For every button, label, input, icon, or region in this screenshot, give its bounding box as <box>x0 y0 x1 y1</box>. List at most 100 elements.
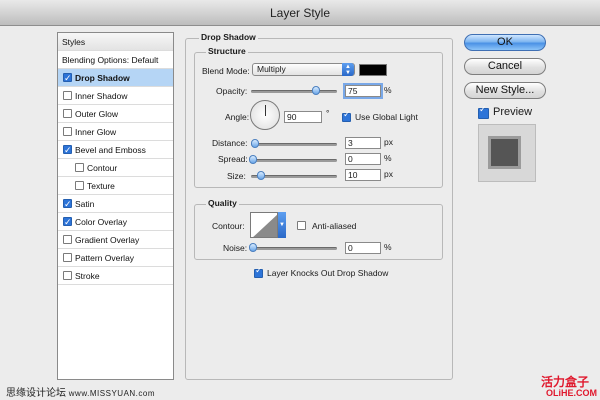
distance-slider[interactable] <box>251 143 337 146</box>
chevron-updown-icon: ▲ ▼ <box>342 63 354 76</box>
style-item-drop-shadow[interactable]: Drop Shadow <box>58 69 173 88</box>
noise-field[interactable]: 0 <box>345 242 381 254</box>
style-item-inner-glow[interactable]: Inner Glow <box>58 123 173 141</box>
contour-label: Contour: <box>212 221 245 231</box>
cancel-button[interactable]: Cancel <box>464 58 546 75</box>
shadow-color-swatch[interactable] <box>359 64 387 76</box>
angle-field[interactable]: 90 <box>284 111 322 123</box>
style-item-satin[interactable]: Satin <box>58 195 173 214</box>
size-unit: px <box>384 169 393 179</box>
layer-style-dialog: Layer Style Styles Blending Options: Def… <box>0 0 600 400</box>
style-item-label: Outer Glow <box>75 109 118 119</box>
watermark-left-text: 思缘设计论坛 <box>6 388 66 399</box>
contour-checkbox[interactable] <box>75 163 84 172</box>
style-item-label: Blending Options: Default <box>62 55 159 65</box>
anti-aliased-label: Anti-aliased <box>312 221 357 231</box>
title-bar: Layer Style <box>0 0 600 26</box>
layer-knocks-out-label: Layer Knocks Out Drop Shadow <box>267 268 389 278</box>
spread-field[interactable]: 0 <box>345 153 381 165</box>
layer-knocks-out-checkbox[interactable] <box>254 266 263 278</box>
style-item-label: Gradient Overlay <box>75 235 140 245</box>
watermark-right-bottom: OLiHE.COM <box>546 388 597 398</box>
bevel-emboss-checkbox[interactable] <box>63 142 72 160</box>
style-item-texture[interactable]: Texture <box>58 177 173 195</box>
satin-checkbox[interactable] <box>63 196 72 214</box>
opacity-slider-thumb[interactable] <box>311 86 320 95</box>
style-item-outer-glow[interactable]: Outer Glow <box>58 105 173 123</box>
opacity-label: Opacity: <box>216 86 248 96</box>
drop-shadow-checkbox[interactable] <box>63 70 72 88</box>
watermark-left: 思缘设计论坛 www.MISSYUAN.com <box>6 384 155 399</box>
style-item-contour[interactable]: Contour <box>58 159 173 177</box>
noise-slider[interactable] <box>251 247 337 250</box>
styles-list-header[interactable]: Styles <box>58 33 173 51</box>
contour-picker[interactable] <box>250 212 278 238</box>
distance-unit: px <box>384 137 393 147</box>
use-global-light-label: Use Global Light <box>355 112 418 122</box>
watermark-left-url: www.MISSYUAN.com <box>68 389 156 398</box>
noise-unit: % <box>384 242 392 252</box>
noise-slider-thumb[interactable] <box>249 243 257 252</box>
style-item-label: Inner Shadow <box>75 91 128 101</box>
linear-contour-icon <box>253 214 277 237</box>
size-field[interactable]: 10 <box>345 169 381 181</box>
angle-label: Angle: <box>225 112 250 122</box>
preview-checkbox[interactable] <box>478 105 489 119</box>
preview-swatch <box>491 139 518 166</box>
noise-label: Noise: <box>223 243 248 253</box>
spread-unit: % <box>384 153 392 163</box>
spread-label: Spread: <box>218 154 248 164</box>
structure-title: Structure <box>206 46 248 56</box>
style-item-label: Satin <box>75 199 95 209</box>
angle-dial-needle <box>265 105 266 116</box>
inner-glow-checkbox[interactable] <box>63 127 72 136</box>
angle-dial[interactable] <box>250 100 280 130</box>
use-global-light-checkbox[interactable] <box>342 110 351 122</box>
distance-slider-thumb[interactable] <box>251 139 259 148</box>
style-item-pattern-overlay[interactable]: Pattern Overlay <box>58 249 173 267</box>
blend-mode-select[interactable]: Multiply ▲ ▼ <box>252 63 355 76</box>
angle-unit: ° <box>326 108 330 118</box>
spread-slider[interactable] <box>251 159 337 162</box>
quality-title: Quality <box>206 198 239 208</box>
inner-shadow-checkbox[interactable] <box>63 91 72 100</box>
style-item-bevel-and-emboss[interactable]: Bevel and Emboss <box>58 141 173 160</box>
opacity-unit: % <box>384 85 392 95</box>
pattern-overlay-checkbox[interactable] <box>63 253 72 262</box>
style-item-label: Drop Shadow <box>75 73 130 83</box>
ok-button[interactable]: OK <box>464 34 546 51</box>
anti-aliased-checkbox[interactable] <box>297 221 306 230</box>
gradient-overlay-checkbox[interactable] <box>63 235 72 244</box>
style-item-gradient-overlay[interactable]: Gradient Overlay <box>58 231 173 249</box>
color-overlay-checkbox[interactable] <box>63 214 72 232</box>
style-item-blending-options[interactable]: Blending Options: Default <box>58 51 173 69</box>
style-item-label: Pattern Overlay <box>75 253 135 263</box>
preview-thumbnail <box>478 124 536 182</box>
style-item-label: Inner Glow <box>75 127 117 137</box>
contour-dropdown-icon[interactable]: ▼ <box>278 212 286 238</box>
style-item-color-overlay[interactable]: Color Overlay <box>58 213 173 232</box>
spread-slider-thumb[interactable] <box>249 155 257 164</box>
opacity-field[interactable]: 75 <box>345 85 381 97</box>
style-item-inner-shadow[interactable]: Inner Shadow <box>58 87 173 105</box>
window-title: Layer Style <box>269 6 331 20</box>
size-label: Size: <box>227 171 246 181</box>
texture-checkbox[interactable] <box>75 181 84 190</box>
style-item-label: Contour <box>87 163 118 173</box>
style-item-stroke[interactable]: Stroke <box>58 267 173 285</box>
distance-field[interactable]: 3 <box>345 137 381 149</box>
style-item-label: Stroke <box>75 271 100 281</box>
style-item-label: Bevel and Emboss <box>75 145 146 155</box>
distance-label: Distance: <box>212 138 248 148</box>
stroke-checkbox[interactable] <box>63 271 72 280</box>
size-slider-thumb[interactable] <box>257 171 265 180</box>
outer-glow-checkbox[interactable] <box>63 109 72 118</box>
style-item-label: Texture <box>87 181 115 191</box>
style-item-label: Color Overlay <box>75 217 127 227</box>
blend-mode-value: Multiply <box>257 64 286 74</box>
opacity-slider[interactable] <box>251 90 337 93</box>
preview-label: Preview <box>493 106 533 118</box>
drop-shadow-title: Drop Shadow <box>199 32 258 42</box>
new-style-button[interactable]: New Style... <box>464 82 546 99</box>
blend-mode-label: Blend Mode: <box>202 66 250 76</box>
